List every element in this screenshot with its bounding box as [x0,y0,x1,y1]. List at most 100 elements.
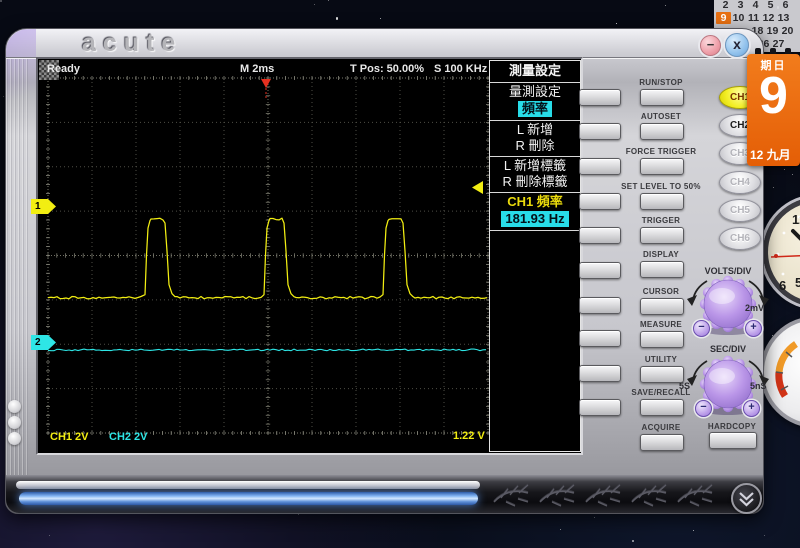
button-set-level-to-50-[interactable] [640,193,684,210]
clock-number-12: 12 [792,212,800,227]
button-label-utility: UTILITY [601,355,721,364]
volts-increase-button[interactable]: + [745,320,762,337]
calendar-day: 9 [716,12,731,24]
trigger-voltage-readout: 1.22 V [453,430,485,442]
day-number: 9 [747,66,800,126]
soft-key-7[interactable] [579,297,621,314]
button-label-acquire: ACQUIRE [601,423,721,432]
chevron-down-button[interactable] [731,483,762,514]
menu-item[interactable]: R 刪除標籤 [490,174,580,190]
calendar-day: 13 [776,12,791,24]
soft-key-3[interactable] [579,158,621,175]
speaker-dot [8,416,21,429]
calendar-day: 11 [746,12,761,24]
soft-key-4[interactable] [579,193,621,210]
menu-item: 測量設定 [490,62,580,80]
menu-section-1: 量測設定頻率 [490,83,580,121]
status-sample-rate: S 100 KHz [434,63,487,75]
month-label: 12 九月 [750,146,791,163]
menu-item[interactable]: CH1 頻率 [490,194,580,210]
button-label-save-recall: SAVE/RECALL [601,388,721,397]
status-timebase: M 2ms [240,63,274,75]
date-page: 期日 9 12 九月 [747,54,800,166]
channel-button-ch6[interactable]: CH6 [719,227,761,250]
ch1-scale-readout: CH1 2V [50,431,89,443]
desktop-background: 234569101112131819202627 12 6 5 acute − [0,0,800,548]
button-force-trigger[interactable] [640,158,684,175]
menu-section-4: CH1 頻率181.93 Hz [490,193,580,231]
button-save-recall[interactable] [640,399,684,416]
calendar-day: 6 [778,0,793,11]
bottom-bar [6,475,763,513]
volts-max-label: 2mV [745,303,764,313]
button-label-measure: MEASURE [601,320,721,329]
menu-section-0: 測量設定 [490,61,580,83]
calendar-day: 19 [765,25,780,37]
calendar-day: 4 [748,0,763,11]
soft-key-1[interactable] [579,89,621,106]
soft-key-9[interactable] [579,365,621,382]
button-measure[interactable] [640,331,684,348]
button-label-set-level-to-50-: SET LEVEL TO 50% [601,182,721,191]
scope-display: Ready M 2ms T Pos: 50.00% S 100 KHz CH1 … [36,57,583,455]
button-label-force-trigger: FORCE TRIGGER [601,147,721,156]
channel-button-ch4[interactable]: CH4 [719,171,761,194]
menu-item[interactable]: 量測設定 [490,84,580,100]
button-trigger[interactable] [640,227,684,244]
ch2-scale-readout: CH2 2V [109,431,148,443]
soft-key-6[interactable] [579,262,621,279]
calendar-day: 12 [761,12,776,24]
menu-item[interactable]: L 新增標籤 [490,158,580,174]
calendar-day: 3 [733,0,748,11]
button-label-autoset: AUTOSET [601,112,721,121]
menu-section-5 [490,231,580,451]
status-trigger-pos: T Pos: 50.00% [350,63,424,75]
soft-key-8[interactable] [579,330,621,347]
oscilloscope-window: acute − x Ready M 2ms T Pos: 50.00% S 10… [5,28,764,514]
button-utility[interactable] [640,366,684,383]
status-ready: Ready [47,63,80,75]
channel-button-ch5[interactable]: CH5 [719,199,761,222]
frame-ridges [6,59,28,477]
title-bar: acute − x [6,29,763,58]
minimize-button[interactable]: − [700,35,721,56]
bottom-groove [16,481,480,489]
soft-key-2[interactable] [579,123,621,140]
speaker-dot [8,432,21,445]
calendar-row: 910111213 [716,12,791,24]
calendar-day: 10 [731,12,746,24]
button-label-display: DISPLAY [601,250,721,259]
calendar-day: 2 [718,0,733,11]
menu-item[interactable]: 頻率 [518,101,552,117]
button-display[interactable] [640,261,684,278]
menu-section-3: L 新增標籤R 刪除標籤 [490,157,580,193]
button-label-trigger: TRIGGER [601,216,721,225]
menu-section-2: L 新增R 刪除 [490,121,580,157]
button-cursor[interactable] [640,298,684,315]
close-button[interactable]: x [725,33,749,57]
desktop-date-widget: 期日 9 12 九月 [747,48,800,168]
menu-item[interactable]: 181.93 Hz [501,211,568,227]
sec-increase-button[interactable]: + [743,400,760,417]
speaker-dot [8,400,21,413]
soft-key-10[interactable] [579,399,621,416]
leaf-engraving [488,479,723,509]
button-acquire[interactable] [640,434,684,451]
menu-item[interactable]: R 刪除 [490,138,580,154]
button-run-stop[interactable] [640,89,684,106]
clock-number-5: 5 [795,275,800,290]
hardcopy-button[interactable] [709,432,757,449]
soft-menu-panel: 測量設定量測設定頻率L 新增R 刪除L 新增標籤R 刪除標籤CH1 頻率181.… [489,60,581,452]
calendar-day: 20 [780,25,795,37]
double-chevron-icon [733,485,760,512]
sec-decrease-button[interactable]: − [695,400,712,417]
button-autoset[interactable] [640,123,684,140]
sec-max-label: 5nS [750,381,767,391]
button-label-cursor: CURSOR [601,287,721,296]
soft-key-5[interactable] [579,227,621,244]
menu-item[interactable]: L 新增 [490,122,580,138]
calendar-row: 23456 [718,0,793,11]
calendar-day: 5 [763,0,778,11]
blue-status-bar [19,492,478,505]
acute-logo: acute [82,29,182,58]
